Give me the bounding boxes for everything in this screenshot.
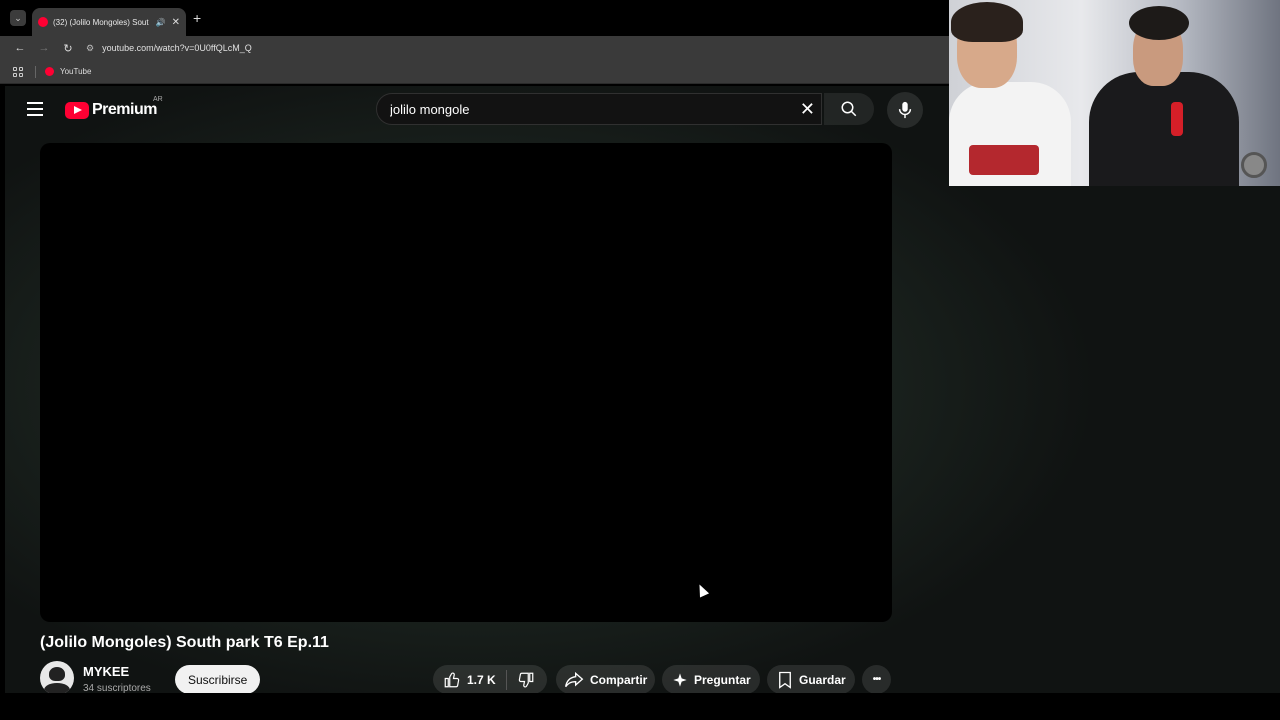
brand-text: Premium (92, 101, 157, 118)
dislike-button[interactable] (507, 665, 545, 693)
share-label: Compartir (590, 672, 648, 687)
subscribe-button[interactable]: Suscribirse (175, 665, 261, 693)
more-actions-button[interactable]: ••• (862, 665, 891, 693)
youtube-favicon-icon (38, 17, 48, 27)
thumbs-up-icon (444, 672, 460, 687)
bookmark-youtube[interactable]: YouTube (60, 67, 91, 76)
search-icon (841, 101, 857, 117)
browser-tab-bar: ⌄ (32) (Jolilo Mongoles) Sout 🔊 ✕ + (0, 0, 949, 36)
save-label: Guardar (799, 672, 846, 687)
address-bar: ← → ↻ ⚙ youtube.com/watch?v=0U0ffQLcM_Q (0, 36, 949, 60)
shirt-print (969, 145, 1039, 175)
youtube-bookmark-icon (45, 67, 54, 76)
streamer-right-hair (1129, 6, 1189, 40)
screen-bottom-bar (0, 693, 1280, 720)
search-box: ✕ (376, 93, 822, 125)
forward-arrow-icon[interactable]: → (32, 42, 56, 54)
bookmarks-bar: YouTube (0, 60, 949, 84)
apps-grid-icon[interactable] (13, 66, 23, 77)
reload-icon[interactable]: ↻ (56, 42, 80, 55)
browser-tab-active[interactable]: (32) (Jolilo Mongoles) Sout 🔊 ✕ (32, 8, 186, 36)
tab-title: (32) (Jolilo Mongoles) Sout (53, 17, 149, 27)
subscriber-count: 34 suscriptores (83, 683, 151, 693)
close-tab-icon[interactable]: ✕ (172, 17, 180, 28)
channel-avatar[interactable] (40, 661, 74, 693)
youtube-premium-logo[interactable]: Premium AR (65, 96, 163, 119)
url-text: youtube.com/watch?v=0U0ffQLcM_Q (102, 43, 252, 53)
save-button[interactable]: Guardar (767, 665, 855, 693)
bookmarks-divider (35, 65, 36, 78)
streamer-right-body (1089, 72, 1239, 186)
ask-button[interactable]: Preguntar (662, 665, 760, 693)
microphone-icon (898, 101, 912, 119)
webcam-overlay (949, 0, 1280, 186)
new-tab-button[interactable]: + (193, 10, 201, 26)
url-field[interactable]: ⚙ youtube.com/watch?v=0U0ffQLcM_Q (86, 43, 252, 54)
clear-search-icon[interactable]: ✕ (800, 100, 815, 118)
back-arrow-icon[interactable]: ← (8, 42, 32, 54)
ask-label: Preguntar (694, 672, 751, 687)
share-button[interactable]: Compartir (556, 665, 655, 693)
bookmark-icon (779, 671, 791, 689)
streamer-left-hair (951, 2, 1023, 42)
more-icon: ••• (872, 674, 881, 685)
like-button[interactable]: 1.7 K (433, 665, 506, 693)
video-player[interactable] (40, 143, 892, 622)
sparkle-icon (673, 672, 687, 687)
search-button[interactable] (824, 93, 874, 125)
channel-name[interactable]: MYKEE (83, 664, 129, 679)
youtube-play-logo-icon (65, 101, 89, 119)
like-dislike-group: 1.7 K (433, 665, 547, 693)
search-input[interactable] (390, 101, 770, 117)
video-title: (Jolilo Mongoles) South park T6 Ep.11 (40, 634, 329, 651)
tab-search-dropdown-icon[interactable]: ⌄ (10, 10, 26, 26)
like-count: 1.7 K (467, 672, 496, 687)
channel-logo-icon (1241, 152, 1267, 178)
speaker-icon[interactable]: 🔊 (156, 18, 166, 27)
streaming-microphone (1171, 102, 1183, 136)
voice-search-button[interactable] (887, 92, 923, 128)
share-icon (565, 671, 584, 687)
region-code: AR (153, 96, 163, 103)
site-settings-icon[interactable]: ⚙ (86, 43, 94, 54)
menu-icon[interactable] (27, 102, 43, 116)
thumbs-down-icon (518, 672, 534, 687)
